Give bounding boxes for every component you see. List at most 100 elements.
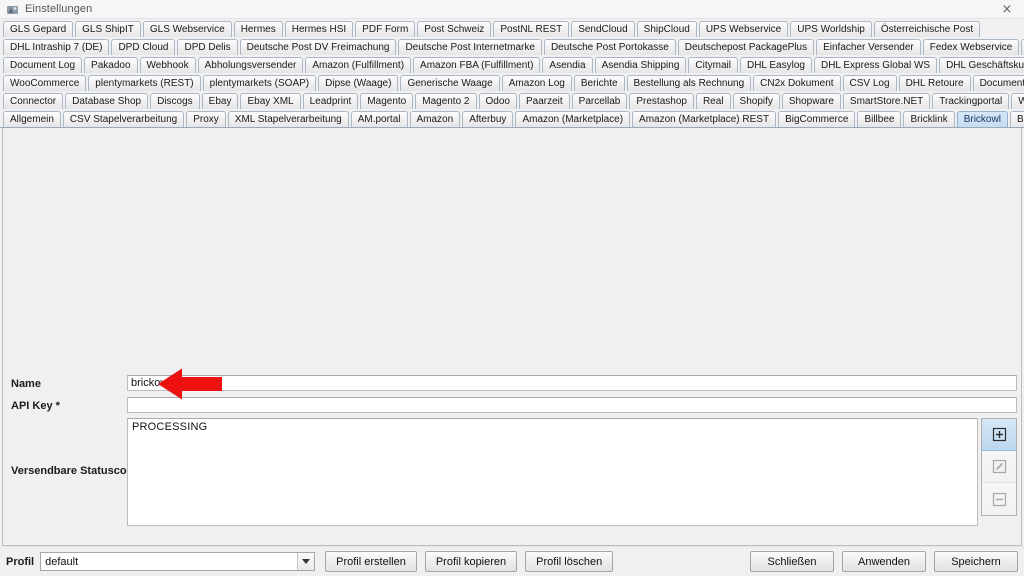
tab-woocommerce[interactable]: WooCommerce [3, 75, 87, 91]
tab-berichte[interactable]: Berichte [573, 75, 625, 91]
tab-prestashop[interactable]: Prestashop [629, 93, 694, 109]
tab-asendia-shipping[interactable]: Asendia Shipping [594, 57, 687, 73]
tab-postnl-rest[interactable]: PostNL REST [493, 21, 570, 37]
tab-einfacher-versender[interactable]: Einfacher Versender [816, 39, 921, 55]
close-button[interactable]: Schließen [750, 551, 834, 572]
tab-bestellung-als-rechnung[interactable]: Bestellung als Rechnung [626, 75, 752, 91]
tab-dhl-express-global-ws[interactable]: DHL Express Global WS [813, 57, 938, 73]
tab-connector[interactable]: Connector [3, 93, 64, 109]
tab-allgemein[interactable]: Allgemein [3, 111, 61, 127]
tab-odoo[interactable]: Odoo [478, 93, 517, 109]
tab-amazon-marketplace-rest[interactable]: Amazon (Marketplace) REST [632, 111, 777, 127]
tab-smartstore-net[interactable]: SmartStore.NET [842, 93, 931, 109]
tab-sterreichische-post[interactable]: Österreichische Post [873, 21, 981, 37]
tab-amazon[interactable]: Amazon [409, 111, 461, 127]
statuscodes-button-bar [981, 418, 1017, 516]
tab-plentymarkets-soap[interactable]: plentymarkets (SOAP) [202, 75, 317, 91]
tab-trackingportal[interactable]: Trackingportal [932, 93, 1010, 109]
tab-row-4: WooCommerce plentymarkets (REST) plentymar… [0, 75, 1024, 91]
pencil-box-icon [992, 459, 1006, 474]
tab-database-shop[interactable]: Database Shop [65, 93, 149, 109]
tab-bigcommerce[interactable]: BigCommerce [778, 111, 856, 127]
delete-profile-button[interactable]: Profil löschen [525, 551, 614, 572]
tab-dhl-intraship-7-de[interactable]: DHL Intraship 7 (DE) [3, 39, 110, 55]
close-icon[interactable]: × [994, 1, 1020, 18]
tab-sendcloud[interactable]: SendCloud [571, 21, 635, 37]
tab-amazon-fba-fulfillment[interactable]: Amazon FBA (Fulfillment) [413, 57, 541, 73]
tab-weclapp[interactable]: Weclapp [1011, 93, 1024, 109]
tab-amazon-log[interactable]: Amazon Log [501, 75, 572, 91]
tab-dhl-retoure[interactable]: DHL Retoure [898, 75, 971, 91]
tab-cn2x-dokument[interactable]: CN2x Dokument [753, 75, 841, 91]
tab-magento-2[interactable]: Magento 2 [415, 93, 477, 109]
tab-brickowl[interactable]: Brickowl [956, 111, 1008, 127]
tab-billbee[interactable]: Billbee [857, 111, 902, 127]
tab-row-5: Connector Database Shop Discogs Ebay Ebay XM… [0, 93, 1024, 109]
tab-document-downloader[interactable]: Document Downloader [972, 75, 1024, 91]
list-item[interactable]: PROCESSING [128, 419, 977, 433]
tab-dpd-cloud[interactable]: DPD Cloud [111, 39, 176, 55]
tab-shopify[interactable]: Shopify [732, 93, 780, 109]
tab-ups-webservice[interactable]: UPS Webservice [698, 21, 789, 37]
tab-deutsche-post-dv-freimachung[interactable]: Deutsche Post DV Freimachung [239, 39, 397, 55]
tab-webhook[interactable]: Webhook [139, 57, 196, 73]
remove-status-button[interactable] [982, 483, 1016, 515]
tab-ebay-xml[interactable]: Ebay XML [240, 93, 301, 109]
tab-document-log[interactable]: Document Log [3, 57, 83, 73]
tab-plentymarkets-rest[interactable]: plentymarkets (REST) [88, 75, 201, 91]
tab-post-schweiz[interactable]: Post Schweiz [417, 21, 492, 37]
tab-amazon-fulfillment[interactable]: Amazon (Fulfillment) [305, 57, 412, 73]
tab-csv-log[interactable]: CSV Log [842, 75, 897, 91]
tab-asendia[interactable]: Asendia [542, 57, 593, 73]
tab-discogs[interactable]: Discogs [150, 93, 200, 109]
apply-button[interactable]: Anwenden [842, 551, 926, 572]
tab-real[interactable]: Real [695, 93, 731, 109]
tab-xml-stapelverarbeitung[interactable]: XML Stapelverarbeitung [227, 111, 349, 127]
tab-gls-shipit[interactable]: GLS ShipIT [75, 21, 141, 37]
tab-csv-stapelverarbeitung[interactable]: CSV Stapelverarbeitung [62, 111, 185, 127]
tab-ups-worldship[interactable]: UPS Worldship [790, 21, 872, 37]
tab-hermes[interactable]: Hermes [233, 21, 283, 37]
tab-pdf-form[interactable]: PDF Form [355, 21, 416, 37]
tab-deutsche-post-portokasse[interactable]: Deutsche Post Portokasse [543, 39, 676, 55]
tab-fedex-webservice[interactable]: Fedex Webservice [922, 39, 1020, 55]
tab-generische-waage[interactable]: Generische Waage [400, 75, 500, 91]
tab-dhl-easylog[interactable]: DHL Easylog [739, 57, 812, 73]
tab-shopware[interactable]: Shopware [781, 93, 841, 109]
tab-citymail[interactable]: Citymail [688, 57, 738, 73]
tab-shipcloud[interactable]: ShipCloud [636, 21, 697, 37]
tab-deutschepost-packageplus[interactable]: Deutschepost PackagePlus [677, 39, 815, 55]
create-profile-button[interactable]: Profil erstellen [325, 551, 417, 572]
edit-status-button[interactable] [982, 451, 1016, 483]
tab-gls-gepard[interactable]: GLS Gepard [3, 21, 74, 37]
tab-deutsche-post-internetmarke[interactable]: Deutsche Post Internetmarke [398, 39, 542, 55]
tab-paarzeit[interactable]: Paarzeit [518, 93, 570, 109]
tab-dhl-gesch-ftskundenversand[interactable]: DHL Geschäftskundenversand [939, 57, 1024, 73]
tab-abholungsversender[interactable]: Abholungsversender [197, 57, 304, 73]
tab-bricklink[interactable]: Bricklink [903, 111, 955, 127]
tab-proxy[interactable]: Proxy [186, 111, 226, 127]
api-key-input[interactable] [127, 397, 1017, 413]
plus-box-icon [992, 427, 1006, 442]
tab-brickscout[interactable]: Brickscout [1009, 111, 1024, 127]
tab-am-portal[interactable]: AM.portal [350, 111, 408, 127]
title-bar: Einstellungen × [0, 0, 1024, 19]
tab-dpd-delis[interactable]: DPD Delis [177, 39, 238, 55]
copy-profile-button[interactable]: Profil kopieren [424, 551, 518, 572]
tab-magento[interactable]: Magento [360, 93, 414, 109]
add-status-button[interactable] [982, 419, 1016, 451]
tab-parcellab[interactable]: Parcellab [571, 93, 628, 109]
tab-hermes-hsi[interactable]: Hermes HSI [284, 21, 354, 37]
name-input[interactable] [127, 375, 1017, 391]
tab-gls-webservice[interactable]: GLS Webservice [142, 21, 232, 37]
tab-amazon-marketplace[interactable]: Amazon (Marketplace) [515, 111, 631, 127]
tab-dipse-waage[interactable]: Dipse (Waage) [318, 75, 399, 91]
statuscodes-listbox[interactable]: PROCESSING [127, 418, 978, 526]
tab-afterbuy[interactable]: Afterbuy [462, 111, 514, 127]
tab-ebay[interactable]: Ebay [201, 93, 239, 109]
tab-leadprint[interactable]: Leadprint [302, 93, 359, 109]
tab-pakadoo[interactable]: Pakadoo [84, 57, 138, 73]
save-button[interactable]: Speichern [934, 551, 1018, 572]
profile-select[interactable]: default [40, 552, 316, 571]
chevron-down-icon[interactable] [297, 553, 315, 570]
